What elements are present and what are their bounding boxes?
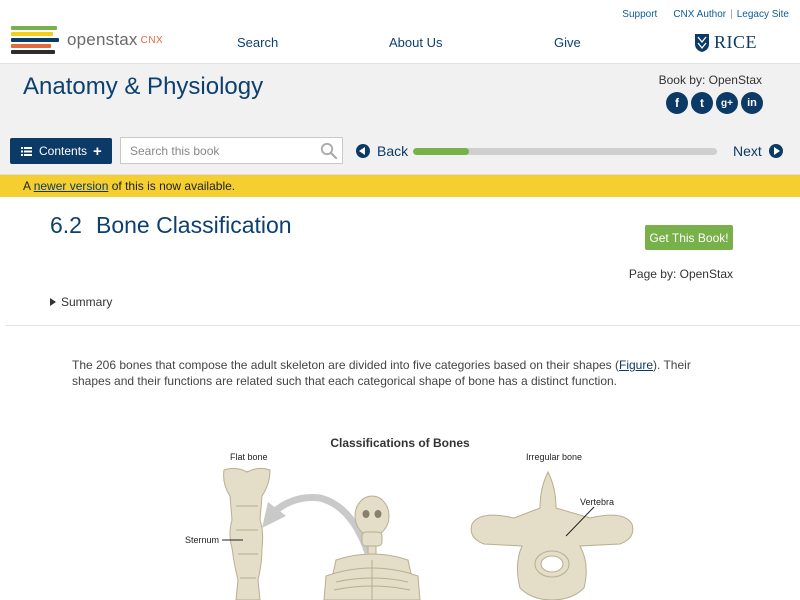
- curved-arrow: [271, 494, 372, 555]
- search-icon[interactable]: [320, 142, 338, 160]
- notice-suffix: of this is now available.: [108, 179, 236, 193]
- section-divider: [5, 325, 800, 326]
- logo-cnx: CNX: [140, 34, 164, 46]
- books-icon: [11, 25, 59, 55]
- version-notice: A newer version of this is now available…: [0, 175, 800, 197]
- facebook-icon[interactable]: f: [666, 92, 688, 114]
- linkedin-icon[interactable]: in: [741, 92, 763, 114]
- progress-fill: [413, 148, 470, 155]
- arrow-right-icon: [768, 144, 783, 158]
- social-share: f t g+ in: [666, 92, 763, 114]
- contents-label: Contents: [39, 144, 88, 158]
- vertebra-label: Vertebra: [580, 497, 615, 507]
- book-toolbar: Contents + Back Next: [0, 130, 800, 175]
- rice-shield-icon: [695, 33, 709, 52]
- legacy-site-link[interactable]: Legacy Site: [737, 9, 789, 20]
- figure-link[interactable]: Figure: [619, 358, 653, 372]
- next-label: Next: [733, 143, 762, 159]
- contents-button[interactable]: Contents +: [10, 138, 112, 164]
- nav-search[interactable]: Search: [237, 35, 278, 50]
- get-this-book-button[interactable]: Get This Book!: [645, 225, 733, 250]
- newer-version-link[interactable]: newer version: [34, 179, 109, 193]
- summary-toggle[interactable]: Summary: [50, 295, 112, 309]
- search-input[interactable]: [121, 138, 311, 163]
- google-plus-icon[interactable]: g+: [716, 92, 738, 114]
- disclosure-triangle-icon: [50, 298, 56, 306]
- next-button[interactable]: Next: [733, 143, 783, 159]
- page-author: Page by: OpenStax: [628, 267, 733, 281]
- logo-brand: openstax: [67, 30, 138, 49]
- body-paragraph: The 206 bones that compose the adult ske…: [72, 357, 732, 389]
- nav-about-us[interactable]: About Us: [389, 35, 442, 50]
- section-title: Bone Classification: [95, 212, 292, 238]
- site-header: openstax CNX Support CNX Author | Legacy…: [0, 0, 800, 64]
- flat-bone-label: Flat bone: [230, 452, 268, 462]
- back-label: Back: [377, 143, 409, 159]
- irregular-bone-label: Irregular bone: [526, 452, 583, 462]
- utility-links: Support CNX Author | Legacy Site: [622, 9, 789, 20]
- summary-label: Summary: [61, 295, 113, 309]
- section-number: 6.2: [50, 212, 82, 238]
- book-banner: Anatomy & Physiology Book by: OpenStax f…: [0, 64, 800, 130]
- openstax-logo[interactable]: openstax CNX: [11, 25, 163, 55]
- progress-bar: [413, 148, 717, 155]
- cnx-author-link[interactable]: CNX Author: [673, 9, 726, 20]
- book-title: Anatomy & Physiology: [23, 73, 264, 100]
- back-button[interactable]: Back: [356, 143, 408, 159]
- sternum-illustration: [223, 467, 271, 600]
- plus-icon: +: [93, 142, 102, 160]
- paragraph-text-start: The 206 bones that compose the adult ske…: [72, 358, 620, 372]
- arrow-left-icon: [356, 144, 370, 158]
- rice-logo[interactable]: RICE: [694, 32, 757, 53]
- vertebra-illustration: [470, 470, 634, 600]
- rice-wordmark: RICE: [714, 32, 758, 52]
- list-icon: [21, 146, 32, 156]
- link-separator: |: [730, 9, 733, 20]
- bone-classification-figure: [222, 467, 634, 600]
- sternum-label: Sternum: [185, 535, 220, 545]
- vertebral-foramen: [540, 555, 564, 573]
- notice-prefix: A: [23, 179, 34, 193]
- page-title: 6.2 Bone Classification: [50, 212, 292, 239]
- support-link[interactable]: Support: [622, 9, 657, 20]
- nav-give[interactable]: Give: [554, 35, 581, 50]
- search-box: [120, 137, 343, 164]
- twitter-icon[interactable]: t: [691, 92, 713, 114]
- book-author: Book by: OpenStax: [658, 73, 762, 87]
